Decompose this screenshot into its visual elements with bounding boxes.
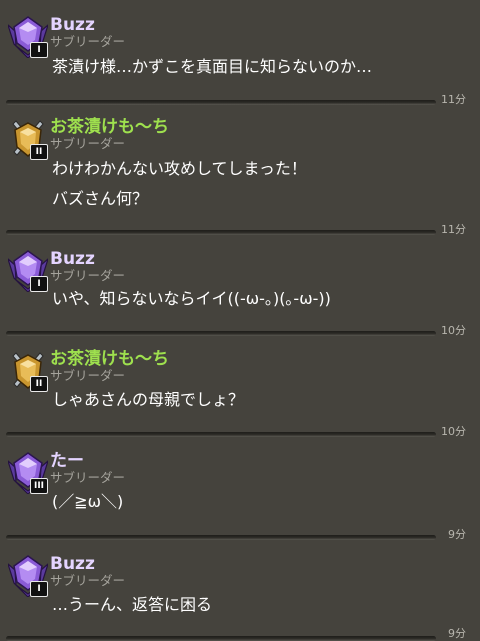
player-role: サブリーダー: [50, 368, 126, 383]
player-role: サブリーダー: [50, 470, 126, 485]
purple-crystal-icon: III: [8, 452, 48, 494]
message-text: いや、知らないならイイ((-ω-｡)(｡-ω-)): [52, 289, 331, 308]
rank-badge: I: [30, 276, 48, 292]
message-text: (／≧ω＼): [52, 492, 124, 511]
rank-badge: I: [30, 42, 48, 58]
message-time: 11分: [441, 223, 466, 236]
clan-chat-log[interactable]: I Buzz サブリーダー 茶漬け様…かずこを真面目に知らないのか… 11分 I…: [0, 0, 480, 641]
message-text: …うーん、返答に困る: [52, 595, 213, 614]
rank-badge: III: [30, 478, 48, 494]
message-time: 10分: [441, 425, 466, 438]
rank-badge: II: [30, 376, 48, 392]
message-divider: [6, 535, 436, 540]
message-text: 茶漬け様…かずこを真面目に知らないのか…: [52, 57, 373, 76]
message-divider: [6, 100, 436, 105]
player-role: サブリーダー: [50, 268, 126, 283]
gold-swords-icon: II: [8, 350, 48, 392]
player-name[interactable]: Buzz: [50, 248, 95, 270]
purple-crystal-icon: I: [8, 250, 48, 292]
player-role: サブリーダー: [50, 573, 126, 588]
message-divider: [6, 331, 436, 336]
message-text: わけわかんない攻めしてしまった！: [52, 159, 307, 178]
player-name[interactable]: Buzz: [50, 553, 95, 575]
rank-badge: II: [30, 144, 48, 160]
player-name[interactable]: Buzz: [50, 14, 95, 36]
rank-badge: I: [30, 581, 48, 597]
message-time: 9分: [448, 627, 466, 640]
gold-swords-icon: II: [8, 118, 48, 160]
message-divider: [6, 636, 436, 641]
purple-crystal-icon: I: [8, 555, 48, 597]
message-text: バズさん何？: [52, 189, 149, 208]
player-role: サブリーダー: [50, 136, 126, 151]
purple-crystal-icon: I: [8, 16, 48, 58]
player-name[interactable]: たー: [50, 450, 84, 472]
message-divider: [6, 432, 436, 437]
player-name[interactable]: お茶漬けも〜ち: [50, 348, 169, 370]
message-time: 9分: [448, 528, 466, 541]
player-name[interactable]: お茶漬けも〜ち: [50, 116, 169, 138]
message-time: 10分: [441, 324, 466, 337]
player-role: サブリーダー: [50, 34, 126, 49]
message-text: しゃあさんの母親でしょ？: [52, 390, 245, 409]
message-divider: [6, 230, 436, 235]
message-time: 11分: [441, 93, 466, 106]
